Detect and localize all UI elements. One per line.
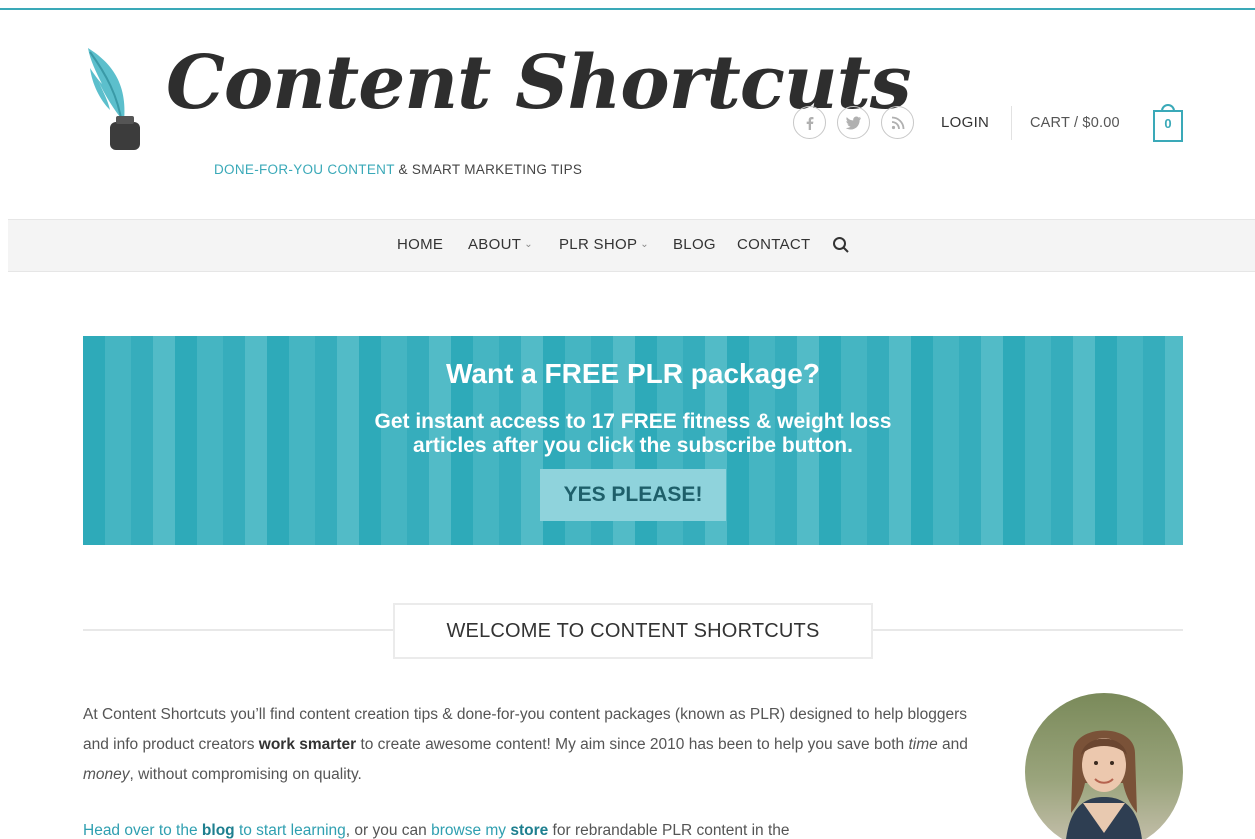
nav-home-label: HOME xyxy=(397,236,444,253)
blog-link-bold: blog xyxy=(201,822,235,839)
banner-subtitle-line-2: articles after you click the subscribe b… xyxy=(413,434,853,457)
intro-bold: work smarter xyxy=(258,736,357,753)
blog-link-text-a: Head over to the xyxy=(83,822,202,839)
intro-text-4: , without compromising on quality. xyxy=(129,766,362,783)
intro-text-3: and xyxy=(937,736,968,753)
nav-about-label: ABOUT xyxy=(468,236,522,253)
rss-icon[interactable] xyxy=(881,106,914,139)
blog-link-text-b: to start learning xyxy=(234,822,346,839)
welcome-heading: WELCOME TO CONTENT SHORTCUTS xyxy=(393,603,873,659)
chevron-down-icon: ⌄ xyxy=(524,239,533,250)
nav-plr-shop[interactable]: PLR SHOP ⌄ xyxy=(559,236,649,253)
banner-subtitle-line-1: Get instant access to 17 FREE fitness & … xyxy=(374,410,892,433)
nav-home[interactable]: HOME xyxy=(397,236,443,253)
nav-blog-label: BLOG xyxy=(673,236,716,253)
cart-link[interactable]: CART / $0.00 xyxy=(1030,115,1120,131)
tagline-rest: & SMART MARKETING TIPS xyxy=(394,162,583,177)
banner-subtitle: Get instant access to 17 FREE fitness & … xyxy=(333,410,933,458)
intro-money: money xyxy=(83,766,130,783)
intro-text-2: to create awesome content! My aim since … xyxy=(356,736,909,753)
store-link-text: browse my xyxy=(431,822,511,839)
top-accent-rule xyxy=(0,8,1255,10)
search-icon[interactable] xyxy=(832,236,850,254)
intro2-end: for rebrandable PLR content in the xyxy=(548,822,790,839)
intro-paragraph-2: Head over to the blog to start learning,… xyxy=(83,816,1003,839)
nav-about[interactable]: ABOUT ⌄ xyxy=(468,236,533,253)
header-divider xyxy=(1011,106,1012,140)
nav-contact[interactable]: CONTACT xyxy=(737,236,810,253)
quill-ink-icon xyxy=(88,48,140,150)
login-link[interactable]: LOGIN xyxy=(941,114,989,131)
facebook-icon[interactable] xyxy=(793,106,826,139)
intro-paragraph: At Content Shortcuts you’ll find content… xyxy=(83,700,993,790)
author-avatar xyxy=(1025,693,1183,839)
cart-count: 0 xyxy=(1164,116,1172,131)
free-plr-banner: Want a FREE PLR package? Get instant acc… xyxy=(83,336,1183,545)
site-logo[interactable]: Content Shortcuts DONE-FOR-YOU CONTENT &… xyxy=(80,40,912,190)
tagline-accent: DONE-FOR-YOU CONTENT xyxy=(214,162,395,177)
banner-title: Want a FREE PLR package? xyxy=(446,358,820,389)
nav-blog[interactable]: BLOG xyxy=(673,236,716,253)
yes-please-button[interactable]: YES PLEASE! xyxy=(540,469,726,521)
tagline: DONE-FOR-YOU CONTENT & SMART MARKETING T… xyxy=(214,162,582,177)
intro2-mid: , or you can xyxy=(345,822,432,839)
cart-bag-icon[interactable]: 0 xyxy=(1152,103,1184,143)
twitter-icon[interactable] xyxy=(837,106,870,139)
intro-time: time xyxy=(908,736,938,753)
blog-link[interactable]: Head over to the blog to start learning xyxy=(83,822,346,839)
nav-plr-shop-label: PLR SHOP xyxy=(559,236,638,253)
store-link[interactable]: browse my store xyxy=(431,822,548,839)
store-link-bold: store xyxy=(510,822,549,839)
chevron-down-icon: ⌄ xyxy=(640,239,649,250)
nav-contact-label: CONTACT xyxy=(737,236,811,253)
